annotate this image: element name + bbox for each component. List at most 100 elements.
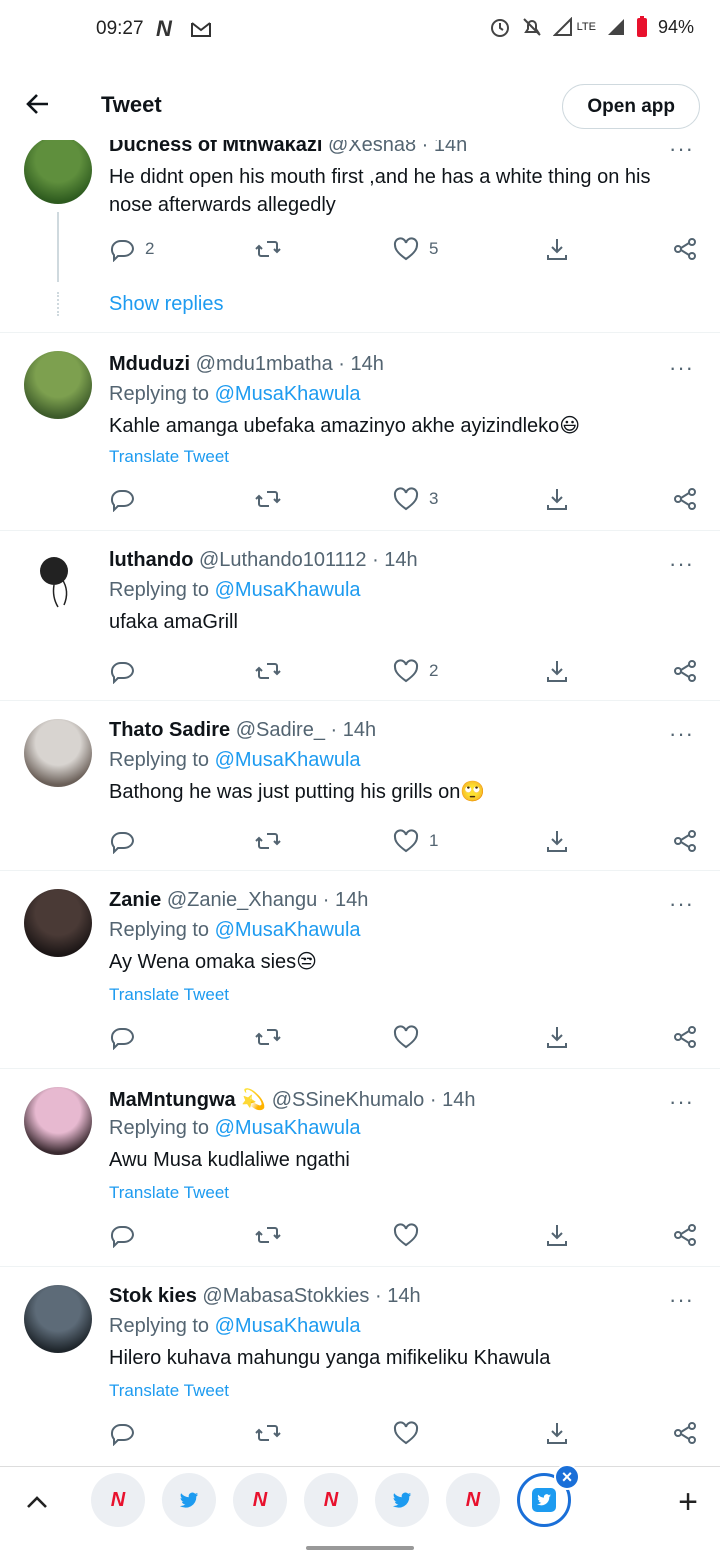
author-handle[interactable]: @MabasaStokkies xyxy=(202,1285,369,1307)
author-handle[interactable]: @SSineKhumalo xyxy=(272,1089,425,1111)
retweet-icon[interactable] xyxy=(255,828,281,854)
browser-tab-6[interactable]: N xyxy=(446,1473,500,1527)
like-action[interactable] xyxy=(393,1024,419,1050)
open-app-button[interactable]: Open app xyxy=(562,84,700,129)
like-action[interactable]: 5 xyxy=(393,236,438,262)
like-icon[interactable] xyxy=(393,1420,419,1446)
download-icon[interactable] xyxy=(544,236,570,262)
mention-link[interactable]: @MusaKhawula xyxy=(215,579,361,601)
download-icon[interactable] xyxy=(544,828,570,854)
share-icon[interactable] xyxy=(672,236,698,262)
retweet-action[interactable] xyxy=(255,486,281,512)
download-action[interactable] xyxy=(544,486,570,512)
reply-action[interactable] xyxy=(109,1024,135,1050)
avatar[interactable] xyxy=(24,889,92,957)
like-icon[interactable] xyxy=(393,486,419,512)
like-icon[interactable] xyxy=(393,1222,419,1248)
author-name[interactable]: MaMntungwa xyxy=(109,1089,236,1111)
reply-icon[interactable] xyxy=(109,1222,135,1248)
retweet-action[interactable] xyxy=(255,236,281,262)
more-options-icon[interactable]: ··· xyxy=(669,723,694,745)
author-name[interactable]: Mduduzi xyxy=(109,353,190,375)
like-icon[interactable] xyxy=(393,236,419,262)
reply-action[interactable]: 2 xyxy=(109,236,154,262)
download-action[interactable] xyxy=(544,1420,570,1446)
browser-tab-1[interactable]: N xyxy=(91,1473,145,1527)
reply-icon[interactable] xyxy=(109,828,135,854)
browser-tab-3[interactable]: N xyxy=(233,1473,287,1527)
translate-tweet-link[interactable]: Translate Tweet xyxy=(109,447,229,467)
share-action[interactable] xyxy=(672,658,698,684)
retweet-icon[interactable] xyxy=(255,486,281,512)
avatar[interactable] xyxy=(24,719,92,787)
reply-icon[interactable] xyxy=(109,658,135,684)
share-action[interactable] xyxy=(672,1420,698,1446)
share-action[interactable] xyxy=(672,1222,698,1248)
share-action[interactable] xyxy=(672,1024,698,1050)
share-icon[interactable] xyxy=(672,1420,698,1446)
browser-tab-7[interactable]: × xyxy=(517,1464,580,1527)
retweet-action[interactable] xyxy=(255,658,281,684)
download-icon[interactable] xyxy=(544,658,570,684)
author-handle[interactable]: @Sadire_ xyxy=(236,719,325,741)
reply-action[interactable] xyxy=(109,1222,135,1248)
tweet-time[interactable]: · 14h xyxy=(323,889,369,911)
author-handle[interactable]: @Luthando101112 xyxy=(199,549,367,571)
share-action[interactable] xyxy=(672,486,698,512)
like-action[interactable]: 3 xyxy=(393,486,438,512)
like-action[interactable]: 1 xyxy=(393,828,438,854)
retweet-icon[interactable] xyxy=(255,658,281,684)
mention-link[interactable]: @MusaKhawula xyxy=(215,383,361,405)
download-icon[interactable] xyxy=(544,1222,570,1248)
gesture-nav-pill[interactable] xyxy=(306,1546,414,1550)
avatar[interactable] xyxy=(24,136,92,204)
download-action[interactable] xyxy=(544,236,570,262)
chevron-up-icon[interactable] xyxy=(24,1489,50,1515)
download-action[interactable] xyxy=(544,828,570,854)
reply-action[interactable] xyxy=(109,658,135,684)
share-action[interactable] xyxy=(672,236,698,262)
download-action[interactable] xyxy=(544,1024,570,1050)
show-replies-link[interactable]: Show replies xyxy=(109,293,224,316)
author-name[interactable]: Zanie xyxy=(109,889,161,911)
retweet-icon[interactable] xyxy=(255,236,281,262)
more-options-icon[interactable]: ··· xyxy=(669,553,694,575)
download-action[interactable] xyxy=(544,1222,570,1248)
avatar[interactable] xyxy=(24,549,92,617)
mention-link[interactable]: @MusaKhawula xyxy=(215,1117,361,1139)
download-action[interactable] xyxy=(544,658,570,684)
author-name[interactable]: Stok kies xyxy=(109,1285,197,1307)
reply-icon[interactable] xyxy=(109,236,135,262)
more-options-icon[interactable]: ··· xyxy=(669,1289,694,1311)
like-action[interactable]: 2 xyxy=(393,658,438,684)
author-handle[interactable]: @Zanie_Xhangu xyxy=(167,889,317,911)
retweet-action[interactable] xyxy=(255,1222,281,1248)
download-icon[interactable] xyxy=(544,486,570,512)
retweet-action[interactable] xyxy=(255,1024,281,1050)
tweet-time[interactable]: · 14h xyxy=(338,353,384,375)
reply-icon[interactable] xyxy=(109,1024,135,1050)
reply-icon[interactable] xyxy=(109,486,135,512)
more-options-icon[interactable]: ··· xyxy=(669,893,694,915)
like-icon[interactable] xyxy=(393,658,419,684)
share-icon[interactable] xyxy=(672,658,698,684)
share-action[interactable] xyxy=(672,828,698,854)
share-icon[interactable] xyxy=(672,828,698,854)
author-handle[interactable]: @mdu1mbatha xyxy=(196,353,333,375)
avatar[interactable] xyxy=(24,1285,92,1353)
author-name[interactable]: Thato Sadire xyxy=(109,719,230,741)
avatar[interactable] xyxy=(24,351,92,419)
reply-icon[interactable] xyxy=(109,1420,135,1446)
tweet-time[interactable]: · 14h xyxy=(430,1089,476,1111)
close-tab-icon[interactable]: × xyxy=(554,1464,580,1490)
retweet-action[interactable] xyxy=(255,1420,281,1446)
share-icon[interactable] xyxy=(672,1222,698,1248)
browser-tab-4[interactable]: N xyxy=(304,1473,358,1527)
more-options-icon[interactable]: ··· xyxy=(669,138,694,160)
new-tab-button[interactable]: + xyxy=(678,1485,698,1519)
translate-tweet-link[interactable]: Translate Tweet xyxy=(109,1381,229,1401)
share-icon[interactable] xyxy=(672,486,698,512)
tweet-time[interactable]: · 14h xyxy=(375,1285,421,1307)
back-arrow-icon[interactable] xyxy=(22,88,54,120)
share-icon[interactable] xyxy=(672,1024,698,1050)
